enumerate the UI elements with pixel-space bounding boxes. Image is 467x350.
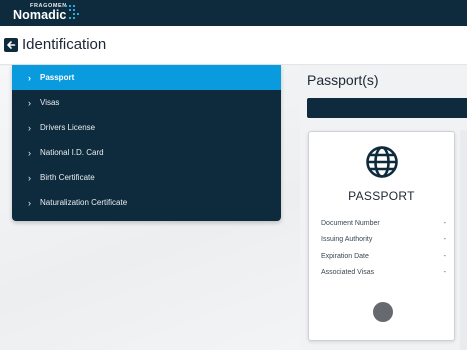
top-app-bar: FRAGOMEN Nomadic (0, 0, 467, 26)
sidebar-item-visas[interactable]: › Visas (12, 90, 281, 115)
document-type-sidebar: › Passport › Visas › Drivers License › N… (12, 65, 281, 221)
sidebar-item-national-id-card[interactable]: › National I.D. Card (12, 140, 281, 165)
field-value: - (443, 236, 446, 243)
sidebar-item-label: Birth Certificate (40, 173, 95, 182)
chevron-right-icon: › (28, 172, 31, 183)
card-title: PASSPORT (348, 189, 415, 203)
brand-product: Nomadic (13, 8, 67, 22)
arrow-left-icon (7, 41, 16, 49)
sidebar-item-label: Visas (40, 98, 60, 107)
sidebar-item-label: National I.D. Card (40, 148, 104, 157)
brand-mark-icon (65, 5, 79, 19)
field-expiration-date: Expiration Date - (321, 253, 446, 260)
sidebar-item-drivers-license[interactable]: › Drivers License (12, 115, 281, 140)
section-title: Passport(s) (307, 72, 379, 88)
field-label: Expiration Date (321, 253, 369, 260)
next-card-edge (460, 130, 467, 350)
passport-card[interactable]: PASSPORT Document Number - Issuing Autho… (308, 131, 455, 341)
chevron-right-icon: › (28, 97, 31, 108)
globe-icon (366, 146, 398, 178)
page-title: Identification (22, 36, 107, 53)
chevron-right-icon: › (28, 122, 31, 133)
page-header: Identification (0, 26, 467, 65)
sidebar-item-naturalization-certificate[interactable]: › Naturalization Certificate (12, 190, 281, 215)
field-value: - (443, 269, 446, 276)
sidebar-item-passport[interactable]: › Passport (12, 65, 281, 90)
add-document-button[interactable] (373, 302, 393, 322)
field-label: Associated Visas (321, 269, 375, 276)
field-value: - (443, 220, 446, 227)
chevron-right-icon: › (28, 72, 31, 83)
field-document-number: Document Number - (321, 220, 446, 227)
chevron-right-icon: › (28, 147, 31, 158)
field-issuing-authority: Issuing Authority - (321, 236, 446, 243)
sidebar-item-label: Naturalization Certificate (40, 198, 128, 207)
field-value: - (443, 253, 446, 260)
back-button[interactable] (4, 38, 18, 52)
field-associated-visas: Associated Visas - (321, 269, 446, 276)
section-header-bar (307, 98, 467, 118)
sidebar-item-label: Passport (40, 73, 75, 82)
chevron-right-icon: › (28, 197, 31, 208)
field-label: Issuing Authority (321, 236, 373, 243)
sidebar-item-birth-certificate[interactable]: › Birth Certificate (12, 165, 281, 190)
sidebar-item-label: Drivers License (40, 123, 96, 132)
field-label: Document Number (321, 220, 380, 227)
